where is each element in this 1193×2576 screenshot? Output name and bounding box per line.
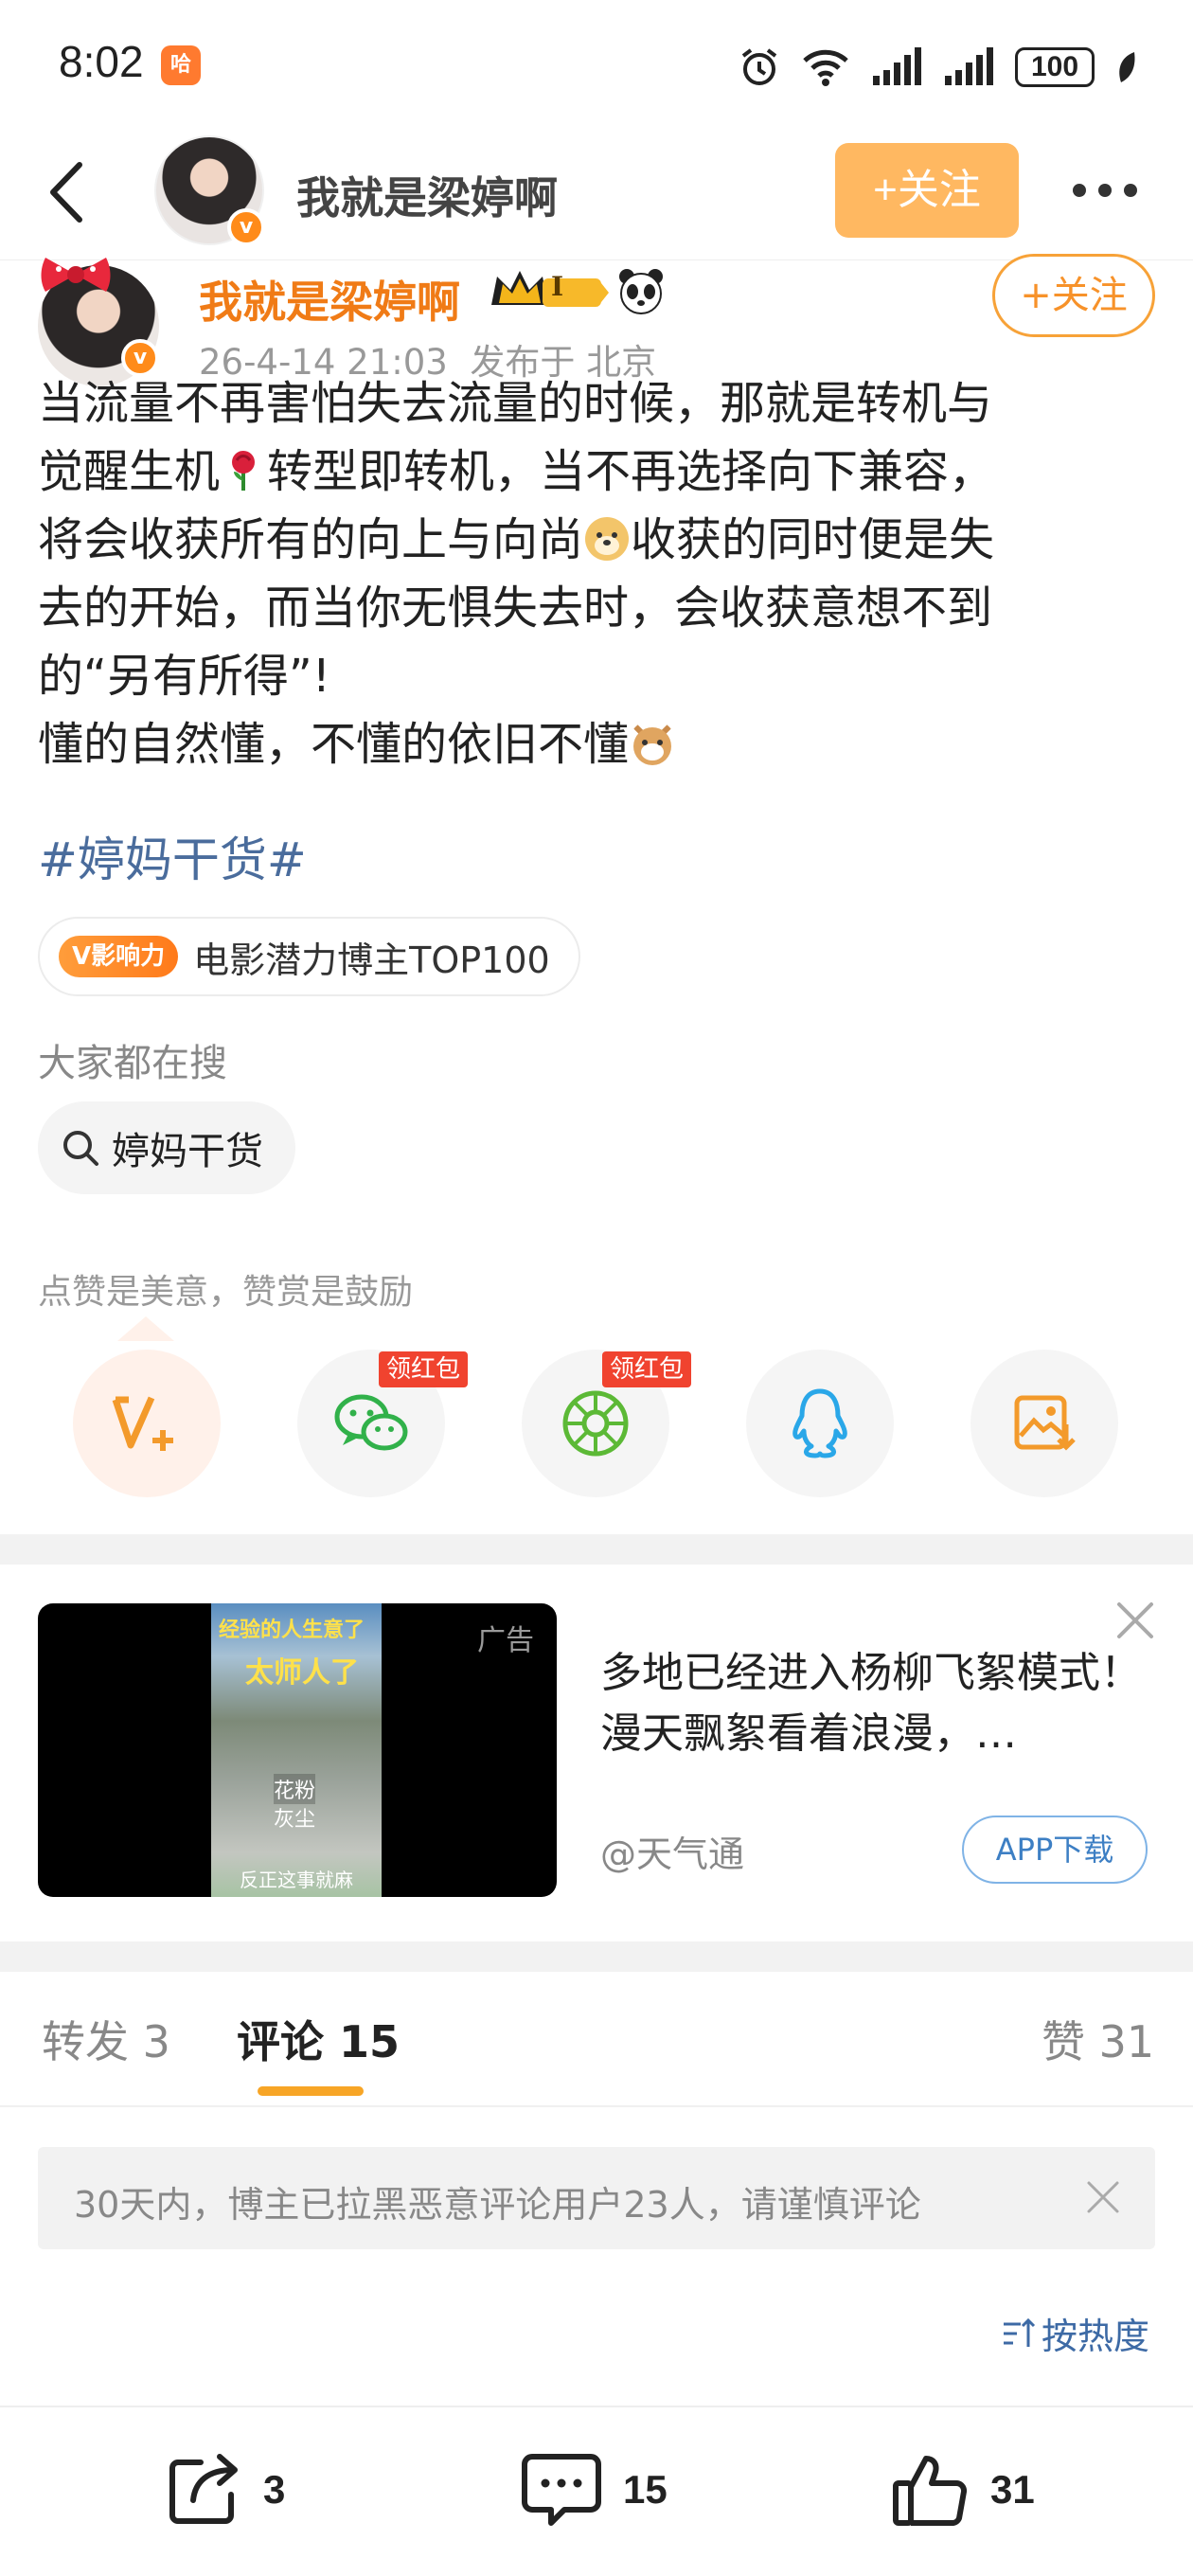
- post-line-part: 懂的自然懂，不懂的依旧不懂: [38, 718, 630, 771]
- section-divider: [0, 1534, 1193, 1565]
- notice-text: 30天内，博主已拉黑恶意评论用户23人，请谨慎评论: [74, 2184, 921, 2226]
- verified-badge-icon: v: [227, 208, 265, 246]
- cat-emoji-icon: [632, 723, 673, 765]
- author-follow-button[interactable]: +关注: [992, 254, 1155, 337]
- leaf-icon: [1119, 52, 1135, 82]
- panda-icon: [619, 269, 663, 314]
- status-icons: 100: [739, 42, 1138, 93]
- repost-count: 3: [263, 2467, 286, 2512]
- comment-count: 15: [623, 2467, 668, 2512]
- alarm-icon: [741, 48, 777, 85]
- ad-video[interactable]: 经验的人生意了 太师人了 花粉 灰尘 反正这事就麻 广告: [38, 1603, 557, 1897]
- post-body: 当流量不再害怕失去流量的时候，那就是转机与 觉醒生机 转型即转机，当不再选择向下兼…: [38, 369, 1165, 778]
- share-qq-button[interactable]: [746, 1350, 894, 1497]
- member-level-badge: I: [551, 271, 564, 302]
- ad-video-frame: 经验的人生意了 太师人了 花粉 灰尘 反正这事就麻: [211, 1603, 382, 1897]
- status-time: 8:02: [59, 37, 144, 86]
- ad-frame-title2: 太师人了: [245, 1656, 359, 1690]
- ad-text[interactable]: 多地已经进入杨柳飞絮模式！漫天飘絮看着浪漫，…: [600, 1643, 1149, 1764]
- tab-divider: [0, 2105, 1193, 2107]
- tooltip-caret: [117, 1316, 174, 1341]
- reward-v-plus-icon: [112, 1396, 173, 1451]
- post-line: 去的开始，而当你无惧失去时，会收获意想不到: [38, 581, 993, 635]
- like-count: 31: [990, 2467, 1035, 2512]
- post-line: 觉醒生机 转型即转机，当不再选择向下兼容，: [38, 438, 1165, 506]
- sort-by-hot[interactable]: 按热度: [1000, 2307, 1149, 2359]
- search-icon: [63, 1131, 98, 1166]
- wechat-icon: [334, 1394, 408, 1451]
- sort-icon: [1004, 2317, 1036, 2347]
- like-action[interactable]: 31: [890, 2438, 1035, 2542]
- wifi-icon: [803, 49, 848, 86]
- post-line-part: 将会收获所有的向上与向尚: [38, 513, 584, 566]
- close-icon[interactable]: [1113, 1599, 1157, 1642]
- active-tab-indicator: [258, 2086, 364, 2096]
- app-notification-icon: 哈: [161, 45, 201, 85]
- influence-badge: V影响力: [59, 936, 179, 977]
- influence-text: 电影潜力博主TOP100: [193, 939, 550, 981]
- section-divider: [0, 1941, 1193, 1972]
- member-crown-icon: [491, 271, 609, 307]
- more-options-icon[interactable]: [1070, 176, 1140, 205]
- search-chip-text: 婷妈干货: [112, 1130, 263, 1173]
- post-line-part: 收获的同时便是失: [631, 513, 995, 566]
- post-line: 懂的自然懂，不懂的依旧不懂: [38, 710, 1165, 778]
- influence-pill[interactable]: V影响力 电影潜力博主TOP100: [38, 917, 580, 996]
- comment-notice: 30天内，博主已拉黑恶意评论用户23人，请谨慎评论: [38, 2147, 1155, 2249]
- signal-1-icon: [873, 47, 921, 85]
- ad-frame-tag: 灰尘: [274, 1808, 316, 1832]
- trending-search-title: 大家都在搜: [38, 1042, 227, 1085]
- search-chip[interactable]: 婷妈干货: [38, 1101, 295, 1194]
- close-icon[interactable]: [1083, 2177, 1123, 2217]
- rose-emoji-icon: [232, 451, 256, 491]
- app-download-button[interactable]: APP下载: [962, 1816, 1148, 1884]
- moments-icon: [562, 1390, 629, 1457]
- doge-emoji-icon: [585, 517, 630, 561]
- post-line: 当流量不再害怕失去流量的时候，那就是转机与: [38, 377, 993, 430]
- comment-icon: [522, 2454, 601, 2526]
- post-line-part: 觉醒生机: [38, 445, 221, 498]
- bow-decoration-icon: [41, 258, 111, 292]
- nav-user-name[interactable]: 我就是梁婷啊: [296, 164, 558, 226]
- redbag-badge: 领红包: [602, 1351, 692, 1387]
- tab-likes[interactable]: 赞 31: [1042, 2008, 1154, 2070]
- post-author-name[interactable]: 我就是梁婷啊: [199, 268, 460, 331]
- post-line: 将会收获所有的向上与向尚 收获的同时便是失: [38, 506, 1165, 574]
- post-line-part: 转型即转机，当不再选择向下兼容，: [267, 445, 995, 498]
- back-arrow-icon[interactable]: [42, 159, 98, 225]
- ad-label: 广告: [477, 1624, 534, 1657]
- tab-comments[interactable]: 评论 15: [237, 2008, 400, 2070]
- thumbs-up-icon: [893, 2456, 968, 2526]
- ad-source[interactable]: @天气通: [600, 1825, 744, 1877]
- ad-frame-tag: 花粉: [274, 1774, 316, 1804]
- battery-indicator: 100: [1015, 47, 1095, 87]
- sort-label: 按热度: [1042, 2316, 1150, 2357]
- reward-hint: 点赞是美意，赞赏是鼓励: [38, 1273, 414, 1312]
- repost-icon: [169, 2454, 238, 2524]
- comment-action[interactable]: 15: [519, 2438, 668, 2542]
- redbag-badge: 领红包: [379, 1351, 469, 1387]
- follow-button[interactable]: +关注: [835, 143, 1019, 238]
- save-image-button[interactable]: [970, 1350, 1118, 1497]
- ad-frame-caption: 反正这事就麻: [240, 1869, 353, 1891]
- save-image-icon: [1014, 1395, 1076, 1451]
- post-line: 的“另有所得”!: [38, 650, 330, 703]
- ad-frame-title: 经验的人生意了: [219, 1619, 365, 1642]
- hashtag-link[interactable]: #婷妈干货#: [38, 822, 307, 890]
- reward-button[interactable]: [73, 1350, 221, 1497]
- tab-repost[interactable]: 转发 3: [42, 2008, 170, 2070]
- signal-2-icon: [945, 47, 993, 85]
- qq-penguin-icon: [792, 1388, 847, 1458]
- repost-action[interactable]: 3: [163, 2438, 285, 2542]
